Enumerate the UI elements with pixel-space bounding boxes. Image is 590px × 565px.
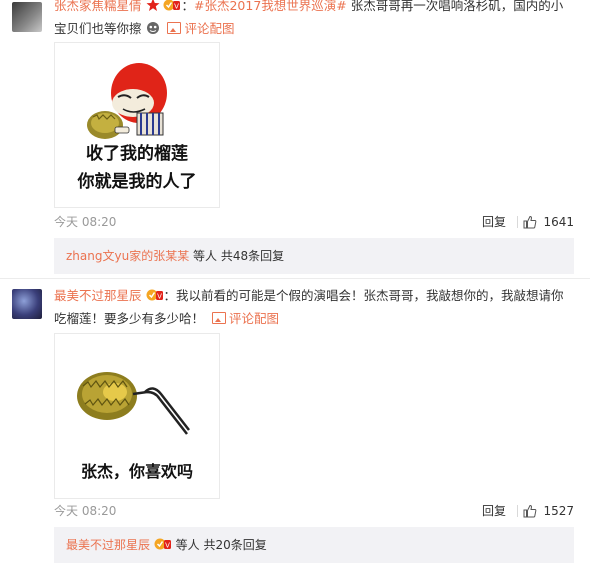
comment-picture-label: 评论配图 bbox=[184, 21, 235, 36]
image-caption-line1: 收了我的榴莲 bbox=[86, 144, 188, 164]
comment-image[interactable]: 张杰，你喜欢吗 bbox=[54, 333, 220, 499]
fan-badge-icon: V bbox=[146, 287, 164, 308]
svg-text:V: V bbox=[165, 542, 170, 550]
picture-icon bbox=[167, 22, 182, 34]
thumbs-up-icon bbox=[523, 215, 537, 229]
like-count: 1527 bbox=[543, 504, 574, 518]
picture-icon bbox=[212, 312, 226, 324]
avatar[interactable] bbox=[12, 289, 42, 319]
comment-text: 张杰家焦糯星倩 V ：#张杰2017我想世界巡演# 张杰哥哥再一次唱响洛杉矶，国… bbox=[54, 0, 574, 41]
thumbs-up-icon bbox=[523, 504, 537, 518]
comment-picture-label: 评论配图 bbox=[229, 311, 280, 326]
svg-text:V: V bbox=[157, 293, 162, 301]
comment-time: 今天 08:20 bbox=[54, 215, 117, 229]
comment-meta: 今天 08:20 回复 1527 bbox=[54, 501, 574, 521]
replies-username[interactable]: zhang文yu家的张某某 bbox=[66, 249, 189, 263]
like-count: 1641 bbox=[543, 215, 574, 229]
image-caption: 张杰，你喜欢吗 bbox=[80, 462, 193, 481]
replies-count-text: 等人 共20条回复 bbox=[175, 538, 267, 552]
comment-divider bbox=[0, 278, 590, 279]
emoji-icon bbox=[146, 20, 160, 41]
star-badge-icon bbox=[146, 0, 160, 18]
like-button[interactable]: 1527 bbox=[523, 501, 574, 521]
divider bbox=[517, 505, 518, 517]
reply-button[interactable]: 回复 bbox=[482, 501, 506, 521]
topic-link[interactable]: #张杰2017我想世界巡演# bbox=[194, 0, 347, 13]
colon: ： bbox=[163, 288, 177, 303]
comment-text: 最美不过那星辰 V ：我以前看的可能是个假的演唱会！张杰哥哥，我敲想你的，我敲想… bbox=[54, 285, 574, 329]
comment-picture-link[interactable]: 评论配图 bbox=[167, 21, 235, 36]
reply-button[interactable]: 回复 bbox=[482, 212, 506, 232]
replies-summary[interactable]: 最美不过那星辰 V 等人 共20条回复 bbox=[54, 527, 574, 563]
colon: ： bbox=[181, 0, 194, 13]
comment-username[interactable]: 张杰家焦糯星倩 bbox=[54, 0, 142, 13]
fan-badge-icon: V bbox=[163, 0, 181, 18]
avatar[interactable] bbox=[12, 2, 42, 32]
comment-image[interactable]: 收了我的榴莲 你就是我的人了 bbox=[54, 42, 220, 208]
image-caption-line2: 你就是我的人了 bbox=[77, 172, 197, 192]
svg-text:V: V bbox=[175, 3, 180, 11]
like-button[interactable]: 1641 bbox=[523, 212, 574, 232]
comment-picture-link[interactable]: 评论配图 bbox=[212, 311, 279, 326]
replies-username[interactable]: 最美不过那星辰 bbox=[66, 538, 150, 552]
replies-summary[interactable]: zhang文yu家的张某某 等人 共48条回复 bbox=[54, 238, 574, 274]
comment-time: 今天 08:20 bbox=[54, 504, 117, 518]
comment-username[interactable]: 最美不过那星辰 bbox=[54, 288, 142, 303]
replies-count-text: 等人 共48条回复 bbox=[193, 249, 285, 263]
divider bbox=[517, 216, 518, 228]
comment-meta: 今天 08:20 回复 1641 bbox=[54, 212, 574, 232]
fan-badge-icon: V bbox=[154, 529, 172, 565]
